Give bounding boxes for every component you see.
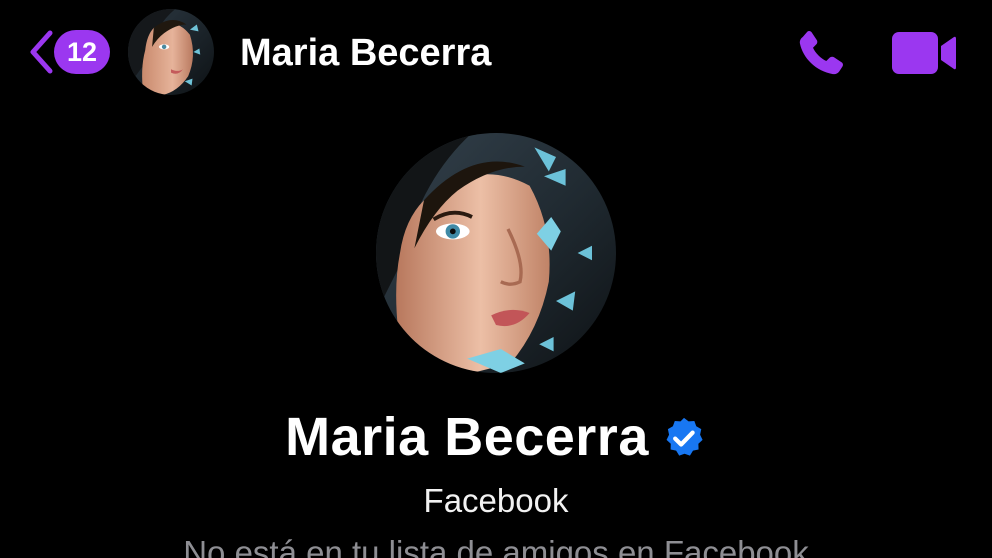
- back-button[interactable]: 12: [26, 22, 116, 82]
- avatar-image: [128, 9, 214, 95]
- chat-screen: 12 Maria Becerra Maria Becerra Facebook …: [0, 0, 992, 558]
- video-camera-icon: [892, 32, 956, 74]
- video-call-button[interactable]: [890, 28, 958, 78]
- profile-name: Maria Becerra: [285, 407, 649, 467]
- friend-status-note: No está en tu lista de amigos en Faceboo…: [183, 534, 809, 558]
- chevron-left-icon: [30, 30, 53, 74]
- contact-avatar[interactable]: [128, 9, 214, 95]
- contact-name-header[interactable]: Maria Becerra: [240, 30, 491, 76]
- profile-photo[interactable]: [376, 133, 616, 373]
- chat-header: 12 Maria Becerra: [0, 0, 992, 105]
- profile-image: [376, 133, 616, 373]
- phone-icon: [799, 31, 843, 75]
- audio-call-button[interactable]: [792, 26, 848, 82]
- profile-name-row: Maria Becerra: [0, 404, 992, 470]
- verified-badge-icon: [666, 417, 703, 456]
- unread-count-badge: 12: [54, 30, 110, 74]
- profile-platform: Facebook: [423, 482, 569, 519]
